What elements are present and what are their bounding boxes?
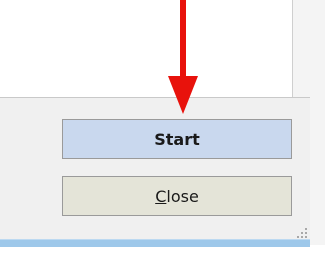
close-mnemonic: C bbox=[155, 186, 167, 206]
close-label-rest: lose bbox=[166, 186, 199, 206]
close-button[interactable]: Close bbox=[62, 176, 292, 216]
window-divider bbox=[292, 0, 293, 97]
bottom-margin bbox=[0, 247, 325, 260]
start-button-label: Start bbox=[154, 129, 200, 149]
close-button-label: Close bbox=[155, 187, 199, 206]
down-arrow-icon bbox=[168, 0, 198, 114]
resize-grip-icon[interactable] bbox=[294, 225, 308, 239]
start-button[interactable]: Start bbox=[62, 119, 292, 159]
window-content-area bbox=[0, 0, 292, 97]
